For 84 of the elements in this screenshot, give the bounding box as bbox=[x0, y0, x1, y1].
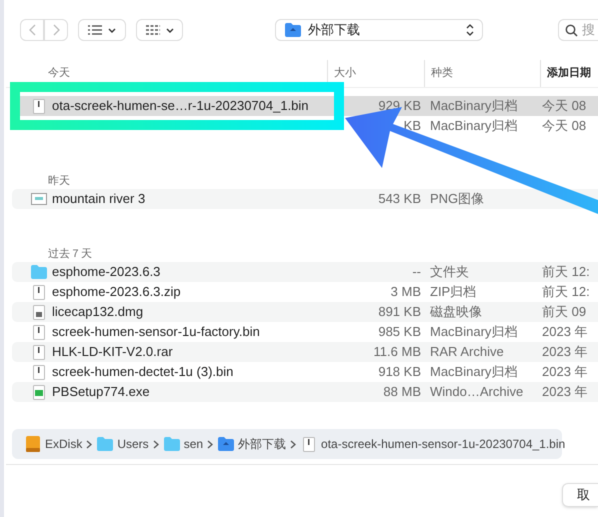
path-item[interactable]: Users bbox=[96, 435, 149, 453]
path-item[interactable]: sen bbox=[162, 435, 204, 453]
file-kind: MacBinary归档 bbox=[430, 324, 518, 340]
file-date: 2023 年 bbox=[542, 364, 588, 380]
file-name: ota-screek-humen-se…r-1u-20230704_1.bin bbox=[52, 97, 309, 116]
file-kind: RAR Archive bbox=[430, 344, 504, 360]
file-name: screek-humen-sensor-1u-factory.bin bbox=[52, 323, 260, 342]
file-date: 前天 12: bbox=[542, 264, 590, 280]
disk-image-file-icon bbox=[33, 304, 45, 320]
file-size: -- bbox=[412, 264, 421, 280]
file-date: 今天 08 bbox=[542, 98, 586, 114]
file-name: screek-humen-dectet-1u (3).bin bbox=[52, 363, 234, 382]
location-popup[interactable]: 外部下载 bbox=[275, 19, 483, 41]
folder-icon bbox=[285, 23, 301, 37]
column-header[interactable]: 大小 bbox=[327, 60, 424, 87]
list-view-button[interactable] bbox=[78, 19, 126, 41]
file-row[interactable]: licecap132.dmg 891 KB 磁盘映像 前天 09 bbox=[12, 302, 598, 322]
folder-icon bbox=[164, 437, 180, 451]
group-heading: 过去７天 bbox=[47, 247, 93, 262]
chevron-down-icon bbox=[108, 28, 116, 32]
chevron-right-icon bbox=[52, 24, 60, 36]
file-size: KB bbox=[404, 118, 421, 134]
document-icon bbox=[303, 436, 316, 452]
list-icon bbox=[88, 25, 102, 35]
file-row[interactable]: PBSetup774.exe 88 MB Windo…Archive 2023 年 bbox=[12, 382, 598, 402]
exe-file-icon bbox=[33, 384, 45, 400]
folder-icon bbox=[31, 265, 47, 279]
column-header[interactable]: 添加日期 bbox=[540, 60, 598, 87]
grid-icon bbox=[146, 25, 160, 35]
file-name: mountain river 3 bbox=[52, 190, 146, 208]
file-row[interactable]: mountain river 3 543 KB PNG图像 bbox=[12, 189, 598, 209]
chevron-right-icon bbox=[86, 440, 92, 448]
file-row[interactable]: esphome-2023.6.3 -- 文件夹 前天 12: bbox=[12, 262, 598, 282]
file-kind: 文件夹 bbox=[430, 264, 469, 280]
file-size: 11.6 MB bbox=[374, 344, 421, 360]
file-kind: PNG图像 bbox=[430, 191, 484, 206]
chevron-right-icon bbox=[152, 440, 159, 448]
chevron-down-icon bbox=[166, 28, 174, 32]
chevron-right-icon bbox=[290, 440, 296, 448]
document-icon bbox=[33, 364, 45, 380]
file-kind: MacBinary归档 bbox=[430, 118, 518, 134]
document-icon bbox=[33, 98, 45, 114]
column-header[interactable]: 种类 bbox=[424, 60, 540, 87]
document-icon bbox=[33, 324, 45, 340]
file-row[interactable]: HLK-LD-KIT-V2.0.rar 11.6 MB RAR Archive 2023 年 bbox=[12, 342, 598, 362]
file-name: licecap132.dmg bbox=[52, 303, 144, 322]
group-view-button[interactable] bbox=[136, 19, 183, 41]
image-file-icon bbox=[31, 193, 47, 205]
document-icon bbox=[33, 284, 45, 300]
file-kind: Windo…Archive bbox=[430, 384, 524, 400]
chevron-left-icon bbox=[28, 24, 36, 36]
file-name: PBSetup774.exe bbox=[52, 383, 150, 402]
document-icon bbox=[33, 344, 45, 360]
file-size: 88 MB bbox=[383, 384, 421, 400]
folder-icon bbox=[218, 437, 234, 451]
file-size: 3 MB bbox=[390, 284, 421, 300]
path-item[interactable]: 外部下载 bbox=[217, 435, 286, 453]
search-icon bbox=[565, 24, 578, 36]
file-kind: ZIP归档 bbox=[430, 284, 476, 300]
file-kind: 磁盘映像 bbox=[430, 304, 482, 320]
file-date: 2023 年 bbox=[542, 324, 588, 340]
chevron-right-icon bbox=[207, 440, 214, 448]
file-name: esphome-2023.6.3.zip bbox=[52, 283, 181, 302]
path-item[interactable]: ExDisk bbox=[24, 435, 82, 453]
group-heading: 昨天 bbox=[47, 174, 71, 189]
file-kind: MacBinary归档 bbox=[430, 364, 518, 380]
drive-icon bbox=[26, 436, 40, 452]
file-date: 2023 年 bbox=[542, 344, 588, 360]
file-date: 前天 12: bbox=[542, 284, 590, 300]
path-item[interactable]: ota-screek-humen-sensor-1u-20230704_1.bin bbox=[300, 435, 566, 453]
file-size: 891 KB bbox=[378, 304, 421, 320]
file-date: 前天 09 bbox=[542, 304, 586, 320]
file-size: 985 KB bbox=[378, 324, 421, 340]
column-header[interactable]: 今天 bbox=[6, 60, 327, 87]
file-size: 918 KB bbox=[378, 364, 421, 380]
up-down-chevron-icon bbox=[466, 24, 474, 36]
folder-icon bbox=[97, 437, 114, 451]
file-date: 今天 08 bbox=[542, 118, 586, 134]
file-kind: MacBinary归档 bbox=[430, 98, 518, 114]
file-name: esphome-2023.6.3 bbox=[52, 263, 160, 282]
cancel-button[interactable]: 取 bbox=[562, 483, 598, 507]
file-date: 2023 年 bbox=[542, 384, 588, 400]
file-size: 543 KB bbox=[378, 191, 421, 206]
file-name: HLK-LD-KIT-V2.0.rar bbox=[52, 343, 173, 362]
